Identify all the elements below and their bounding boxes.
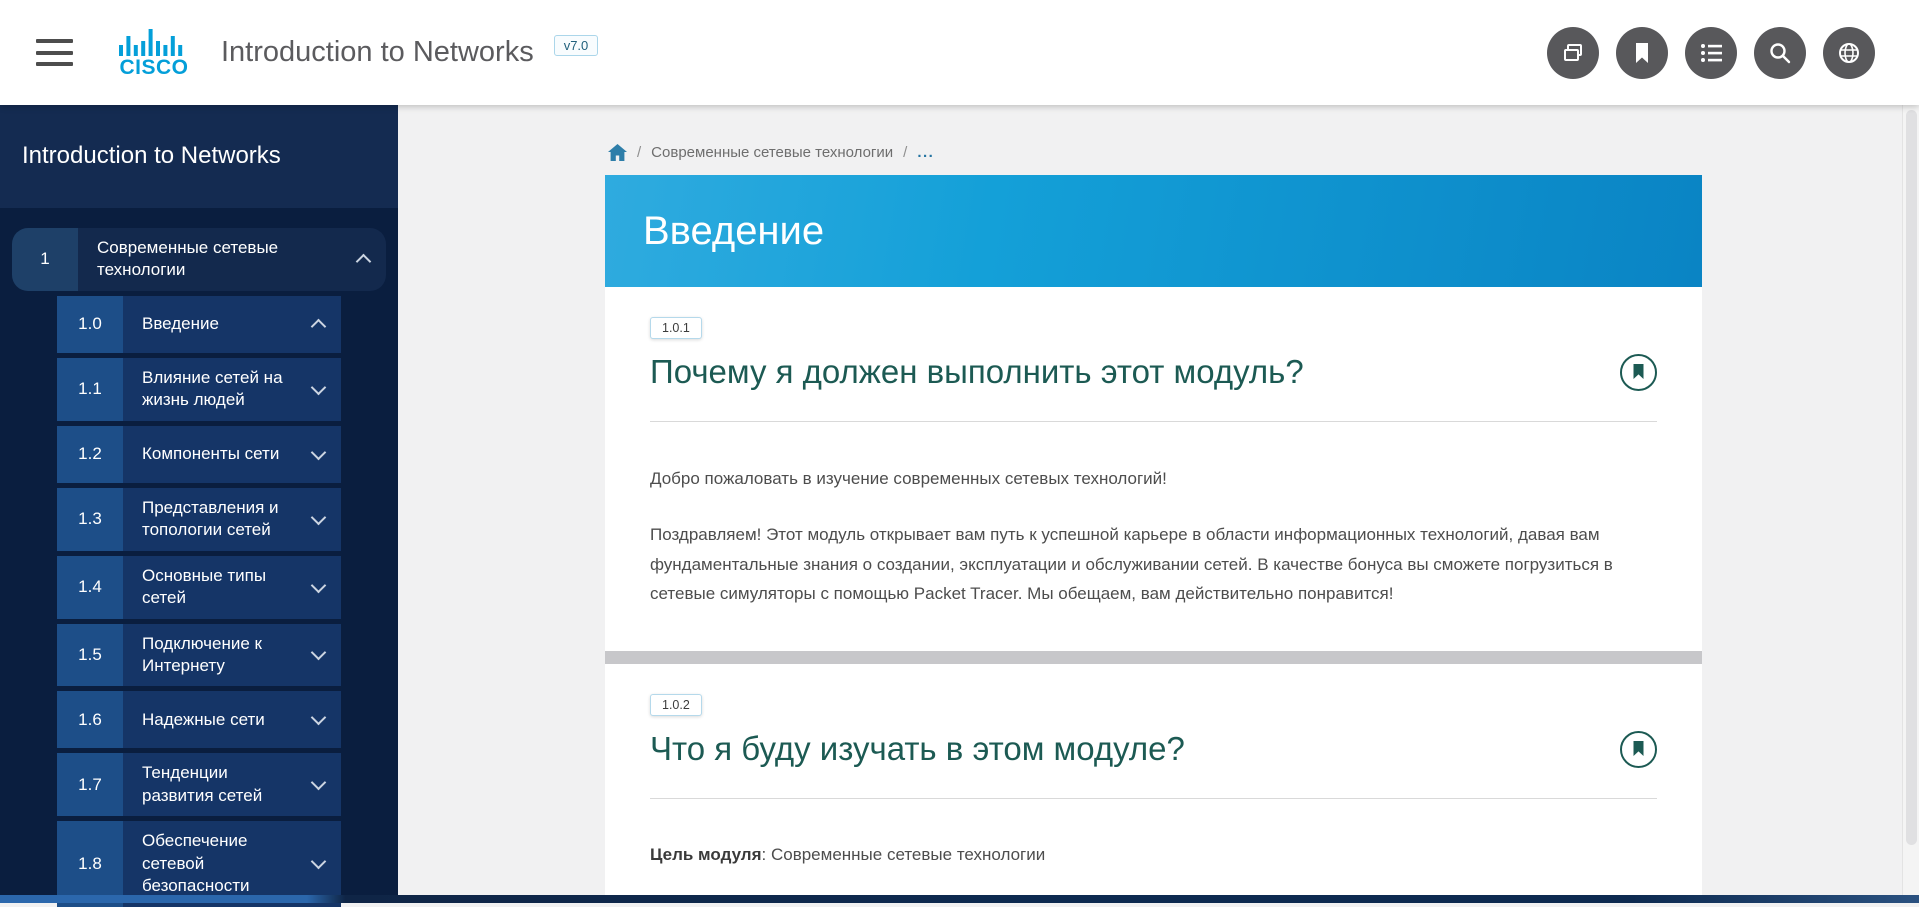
topic-section-1-0-1: 1.0.1 Почему я должен выполнить этот мод… <box>605 287 1702 609</box>
bookmark-topic-button[interactable] <box>1620 354 1657 391</box>
sidebar-title: Introduction to Networks <box>22 142 378 170</box>
sidebar-item-label: Надежные сети <box>123 691 295 748</box>
sidebar-item-number: 1 <box>12 228 78 291</box>
sidebar-item-number: 1.5 <box>57 624 123 687</box>
chevron-icon <box>295 624 341 687</box>
sidebar-item-label: Обеспечение сетевой безопасности <box>123 821 295 906</box>
chevron-icon <box>295 296 341 353</box>
sidebar-item-1-7[interactable]: 1.7 Тенденции развития сетей <box>12 753 386 816</box>
sidebar-nav: 1 Современные сетевые технологии 1.0 Вве… <box>0 228 398 907</box>
chevron-icon <box>295 556 341 619</box>
course-sidebar: Introduction to Networks 1 Современные с… <box>0 105 398 903</box>
topic-paragraph: Поздравляем! Этот модуль открывает вам п… <box>650 520 1655 609</box>
sidebar-item-number: 1.1 <box>57 358 123 421</box>
sidebar-item-number: 1.6 <box>57 691 123 748</box>
version-badge: v7.0 <box>554 35 599 56</box>
cisco-logo-bars-icon <box>117 26 191 56</box>
scrollbar-thumb[interactable] <box>1906 110 1917 845</box>
bottom-accent-strip <box>0 895 1919 903</box>
sidebar-item-number: 1.7 <box>57 753 123 816</box>
breadcrumb: / Современные сетевые технологии / ... <box>398 105 1919 175</box>
sidebar-item-label: Представления и топологии сетей <box>123 488 295 551</box>
app-header: CISCO Introduction to Networks v7.0 <box>0 0 1919 105</box>
sidebar-item-label: Современные сетевые технологии <box>78 228 340 291</box>
topic-title: Почему я должен выполнить этот модуль? <box>650 353 1304 391</box>
sidebar-item-1-4[interactable]: 1.4 Основные типы сетей <box>12 556 386 619</box>
cisco-logo: CISCO <box>117 26 191 80</box>
course-title: Introduction to Networks <box>221 36 534 69</box>
header-toolbar <box>1547 27 1875 79</box>
module-goal-text: : Современные сетевые технологии <box>762 845 1046 864</box>
breadcrumb-separator: / <box>903 144 907 161</box>
chevron-icon <box>295 691 341 748</box>
module-goal-label: Цель модуля <box>650 845 762 864</box>
banner-title: Введение <box>643 209 824 254</box>
bookmark-topic-button[interactable] <box>1620 731 1657 768</box>
content-card: Введение 1.0.1 Почему я должен выполнить… <box>605 175 1702 895</box>
sidebar-item-label: Введение <box>123 296 295 353</box>
bookmark-icon[interactable] <box>1616 27 1668 79</box>
sidebar-item-label: Компоненты сети <box>123 426 295 483</box>
title-divider <box>650 798 1657 799</box>
sidebar-item-number: 1.4 <box>57 556 123 619</box>
sidebar-item-1-1[interactable]: 1.1 Влияние сетей на жизнь людей <box>12 358 386 421</box>
breadcrumb-ellipsis[interactable]: ... <box>917 144 934 161</box>
topic-paragraph: Добро пожаловать в изучение современных … <box>650 464 1655 494</box>
sidebar-item-label: Подключение к Интернету <box>123 624 295 687</box>
topic-title: Что я буду изучать в этом модуле? <box>650 730 1185 768</box>
sidebar-item-label: Тенденции развития сетей <box>123 753 295 816</box>
sidebar-item-1-5[interactable]: 1.5 Подключение к Интернету <box>12 624 386 687</box>
sidebar-item-1[interactable]: 1 Современные сетевые технологии <box>12 228 386 291</box>
sidebar-item-1-2[interactable]: 1.2 Компоненты сети <box>12 426 386 483</box>
sidebar-item-label: Основные типы сетей <box>123 556 295 619</box>
section-divider <box>605 651 1702 664</box>
sidebar-item-1-0[interactable]: 1.0 Введение <box>12 296 386 353</box>
breadcrumb-module-link[interactable]: Современные сетевые технологии <box>651 144 893 161</box>
page-scrollbar[interactable] <box>1902 105 1919 903</box>
topic-section-1-0-2: 1.0.2 Что я буду изучать в этом модуле? … <box>605 664 1702 865</box>
sidebar-item-number: 1.2 <box>57 426 123 483</box>
title-divider <box>650 421 1657 422</box>
home-icon[interactable] <box>608 144 627 161</box>
list-icon[interactable] <box>1685 27 1737 79</box>
sidebar-item-1-6[interactable]: 1.6 Надежные сети <box>12 691 386 748</box>
sidebar-item-1-3[interactable]: 1.3 Представления и топологии сетей <box>12 488 386 551</box>
sidebar-item-number: 1.3 <box>57 488 123 551</box>
search-icon[interactable] <box>1754 27 1806 79</box>
sidebar-item-label: Влияние сетей на жизнь людей <box>123 358 295 421</box>
globe-icon[interactable] <box>1823 27 1875 79</box>
breadcrumb-separator: / <box>637 144 641 161</box>
chevron-icon <box>340 228 386 291</box>
windows-icon[interactable] <box>1547 27 1599 79</box>
chevron-icon <box>295 358 341 421</box>
sidebar-item-number: 1.8 <box>57 821 123 906</box>
sidebar-item-1-8[interactable]: 1.8 Обеспечение сетевой безопасности <box>12 821 386 906</box>
module-banner: Введение <box>605 175 1702 287</box>
sidebar-item-number: 1.0 <box>57 296 123 353</box>
module-goal: Цель модуля: Современные сетевые техноло… <box>650 845 1657 865</box>
chevron-icon <box>295 753 341 816</box>
chevron-icon <box>295 488 341 551</box>
topic-badge: 1.0.1 <box>650 317 702 339</box>
cisco-logo-text: CISCO <box>119 56 188 80</box>
topic-badge: 1.0.2 <box>650 694 702 716</box>
main-content: / Современные сетевые технологии / ... В… <box>398 105 1919 903</box>
chevron-icon <box>295 821 341 906</box>
sidebar-header: Introduction to Networks <box>0 105 398 208</box>
chevron-icon <box>295 426 341 483</box>
hamburger-menu-icon[interactable] <box>36 39 73 66</box>
